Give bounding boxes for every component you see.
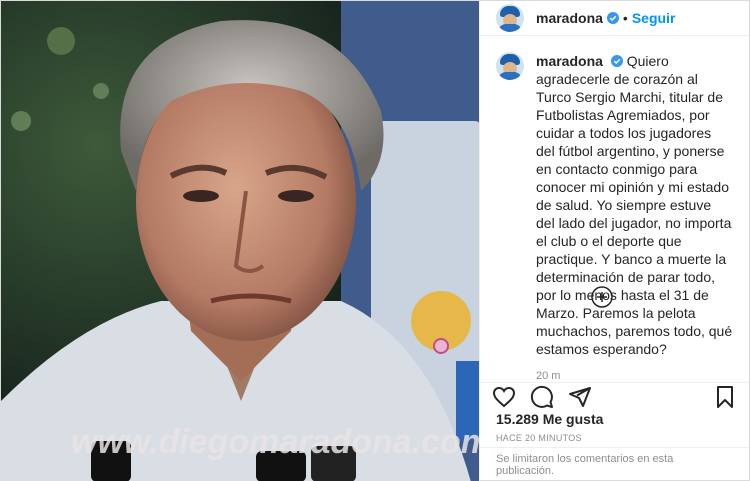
portrait-image: www.diegomaradona.com: [1, 1, 479, 481]
caption-username[interactable]: maradona: [536, 53, 603, 69]
post-timestamp: HACE 20 MINUTOS: [496, 432, 582, 443]
post-sidebar: maradona • Seguir maradona Quiero agrade…: [479, 1, 749, 481]
caption-body: Quiero agradecerle de corazón al Turco S…: [536, 52, 733, 357]
avatar[interactable]: [496, 3, 524, 32]
instagram-post: www.diegomaradona.com maradona • Seguir …: [0, 0, 750, 481]
caption-text: maradona Quiero agradecerle de corazón a…: [536, 52, 733, 358]
comments-limited-notice: Se limitaron los comentarios en esta pub…: [480, 446, 749, 481]
share-icon[interactable]: [568, 385, 592, 409]
verified-badge-icon: [606, 11, 619, 24]
post-header: maradona • Seguir: [480, 1, 749, 36]
watermark-text: www.diegomaradona.com: [71, 423, 479, 461]
comments-area: maradona Quiero agradecerle de corazón a…: [480, 36, 749, 382]
header-username[interactable]: maradona: [536, 10, 603, 26]
caption-avatar[interactable]: [496, 51, 524, 80]
heart-icon[interactable]: [492, 385, 516, 409]
caption-time: 20 m: [536, 369, 561, 382]
comment-icon[interactable]: [530, 385, 554, 409]
bookmark-icon[interactable]: [713, 385, 737, 409]
action-bar: [480, 381, 749, 411]
post-photo[interactable]: www.diegomaradona.com: [1, 1, 479, 481]
likes-count[interactable]: 15.289 Me gusta: [480, 411, 749, 427]
follow-button[interactable]: Seguir: [632, 10, 676, 26]
separator-dot: •: [622, 9, 628, 26]
caption: maradona Quiero agradecerle de corazón a…: [496, 51, 733, 358]
load-more-comments-icon[interactable]: [591, 286, 613, 308]
verified-badge-icon: [610, 54, 623, 67]
